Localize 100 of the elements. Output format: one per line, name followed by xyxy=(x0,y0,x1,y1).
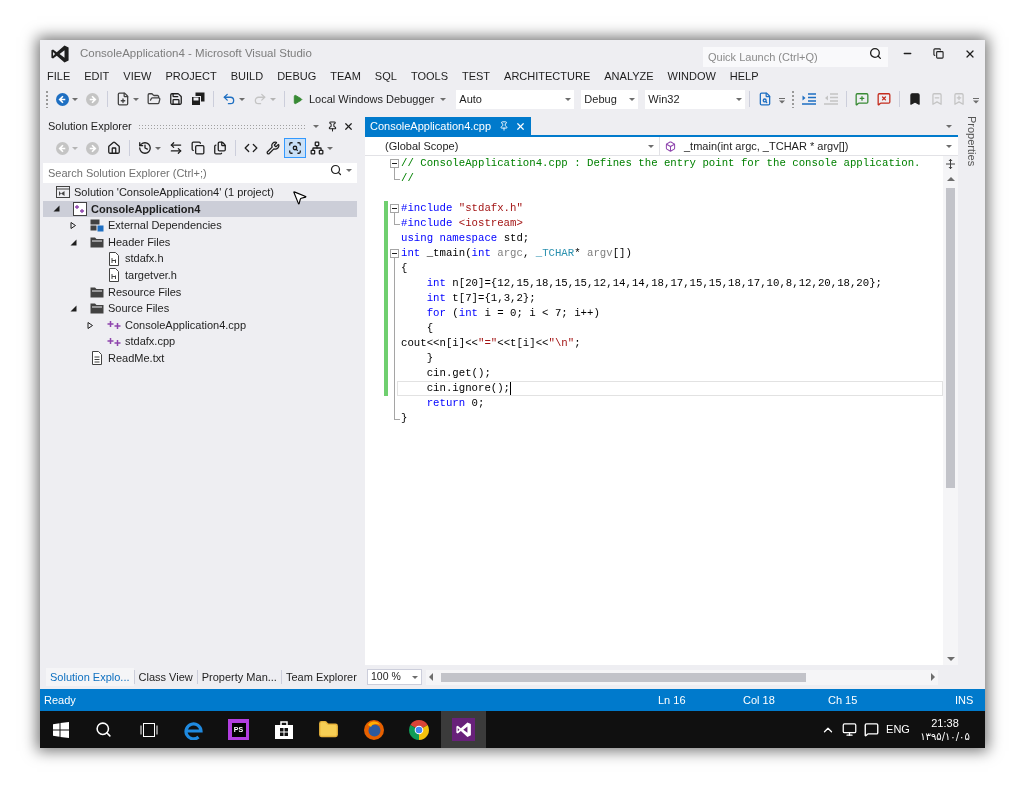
start-debugging-button[interactable]: Local Windows Debugger xyxy=(289,89,450,109)
menu-item[interactable]: FILE xyxy=(40,67,78,86)
tree-item[interactable]: Resource Files xyxy=(43,283,357,301)
bookmark-minus-icon xyxy=(930,92,945,106)
outdent-icon xyxy=(824,93,839,105)
splitter-icon[interactable] xyxy=(946,159,955,169)
code-line: cin.get(); xyxy=(425,366,491,381)
code-line: for (int i = 0; i < 7; i++) xyxy=(425,306,600,321)
stacked-boxes-icon xyxy=(90,218,104,233)
search-icon xyxy=(95,721,112,738)
menu-item[interactable]: VIEW xyxy=(116,67,159,86)
menu-item[interactable]: ARCHITECTURE xyxy=(497,67,598,86)
monitor-icon[interactable] xyxy=(841,722,857,737)
collapsed-arrow-icon[interactable] xyxy=(70,222,77,229)
search-icon[interactable] xyxy=(869,47,882,60)
panel-tab[interactable]: Team Explorer xyxy=(281,668,361,686)
left-arrow-icon[interactable] xyxy=(429,673,433,681)
wheel-logo-icon xyxy=(408,719,429,740)
scope-dropdown[interactable]: (Global Scope) xyxy=(365,137,660,155)
config-dropdown[interactable]: Win32 xyxy=(645,89,746,109)
preview-button[interactable] xyxy=(284,138,306,158)
menu-item[interactable]: TEAM xyxy=(323,67,368,86)
task-view-icon xyxy=(139,722,158,737)
fold-minus-icon[interactable] xyxy=(389,204,399,213)
forward-arrow-icon xyxy=(86,92,99,106)
collapsed-arrow-icon[interactable] xyxy=(87,321,94,329)
panel-tab[interactable]: Class View xyxy=(134,668,197,686)
vertical-scrollbar[interactable] xyxy=(943,156,958,665)
caret-icon xyxy=(440,97,447,101)
fold-minus-icon[interactable] xyxy=(389,249,399,258)
back-arrow-icon xyxy=(56,92,69,106)
quick-launch-field[interactable]: Quick Launch (Ctrl+Q) xyxy=(703,46,888,67)
fold-minus-icon[interactable] xyxy=(389,159,399,168)
code-line: } xyxy=(425,351,434,366)
menu-item[interactable]: WINDOW xyxy=(660,67,723,86)
zoom-dropdown[interactable]: 100 % xyxy=(367,669,422,685)
menu-item[interactable]: EDIT xyxy=(77,67,117,86)
code-line: cin.ignore(); xyxy=(425,381,511,396)
code-line: } xyxy=(401,411,408,426)
menu-item[interactable]: SQL xyxy=(367,67,404,86)
search-icon[interactable] xyxy=(330,164,342,176)
home-icon xyxy=(107,141,121,155)
properties-tab[interactable]: Properties xyxy=(961,116,982,167)
tree-item[interactable]: Solution 'ConsoleApplication4' (1 project) xyxy=(43,184,357,201)
menu-item[interactable]: DEBUG xyxy=(270,67,324,86)
close-icon[interactable] xyxy=(343,120,354,132)
right-arrow-icon[interactable] xyxy=(931,673,935,681)
ribbon-logo-icon xyxy=(452,718,475,741)
down-arrow-icon[interactable] xyxy=(946,657,955,661)
tree-item[interactable]: ReadMe.txt xyxy=(43,349,357,367)
tree-item[interactable]: ConsoleApplication4 xyxy=(43,200,357,218)
tree-item[interactable]: stdafx.h xyxy=(43,250,357,267)
panel-tab[interactable]: Property Man... xyxy=(197,668,281,686)
message-icon[interactable] xyxy=(863,722,879,737)
tree-item[interactable]: ConsoleApplication4.cpp xyxy=(43,316,357,334)
clock-time[interactable]: 21:38 xyxy=(931,715,959,730)
horizontal-scrollbar[interactable] xyxy=(426,669,938,685)
caret-icon[interactable] xyxy=(313,124,319,128)
member-dropdown[interactable]: _tmain(int argc, _TCHAR * argv[]) xyxy=(660,137,958,155)
hierarchy-icon xyxy=(310,141,324,155)
panel-tab[interactable]: Solution Explo... xyxy=(46,668,134,686)
window-panes-icon xyxy=(52,721,69,738)
expanded-arrow-icon[interactable] xyxy=(70,238,77,246)
config-dropdown[interactable]: Debug xyxy=(581,89,639,109)
restore-icon xyxy=(933,48,944,59)
caret-icon xyxy=(565,97,572,101)
expanded-arrow-icon[interactable] xyxy=(53,205,60,213)
language-indicator[interactable]: ENG xyxy=(886,721,910,738)
menu-item[interactable]: HELP xyxy=(722,67,766,86)
files-icon xyxy=(213,141,227,155)
code-brackets-icon xyxy=(244,141,258,155)
tree-item[interactable]: Source Files xyxy=(43,300,357,317)
undo-icon xyxy=(222,92,236,106)
menu-item[interactable]: ANALYZE xyxy=(597,67,661,86)
expanded-arrow-icon[interactable] xyxy=(70,304,77,312)
tree-item[interactable]: stdafx.cpp xyxy=(43,333,357,350)
ribbon-logo-icon xyxy=(51,44,69,63)
scrollbar-thumb[interactable] xyxy=(441,672,806,682)
search-field[interactable]: Search Solution Explorer (Ctrl+;) xyxy=(43,163,357,183)
tree-item[interactable]: Header Files xyxy=(43,233,357,251)
code-line: { xyxy=(401,261,408,276)
redo-icon xyxy=(253,92,267,106)
taskbar-button[interactable] xyxy=(441,711,486,748)
up-arrow-icon[interactable] xyxy=(946,177,955,181)
menu-item[interactable]: PROJECT xyxy=(158,67,224,86)
clock-date[interactable]: ۱۳۹۵/۱۰/۰۵ xyxy=(920,729,970,744)
caret-icon[interactable] xyxy=(946,124,952,128)
menu-item[interactable]: BUILD xyxy=(223,67,271,86)
folder-icon xyxy=(90,301,104,316)
drag-grip[interactable] xyxy=(45,90,49,108)
file-search-icon xyxy=(758,92,773,106)
caret-icon xyxy=(629,97,636,101)
config-dropdown[interactable]: Auto xyxy=(456,89,575,109)
menu-item[interactable]: TOOLS xyxy=(403,67,455,86)
tree-item[interactable]: External Dependencies xyxy=(43,217,357,234)
menu-item[interactable]: TEST xyxy=(454,67,498,86)
scrollbar-thumb[interactable] xyxy=(946,188,955,488)
bookmark-icon xyxy=(908,92,923,106)
tree-item[interactable]: targetver.h xyxy=(43,266,357,284)
pin-icon[interactable] xyxy=(327,120,338,132)
